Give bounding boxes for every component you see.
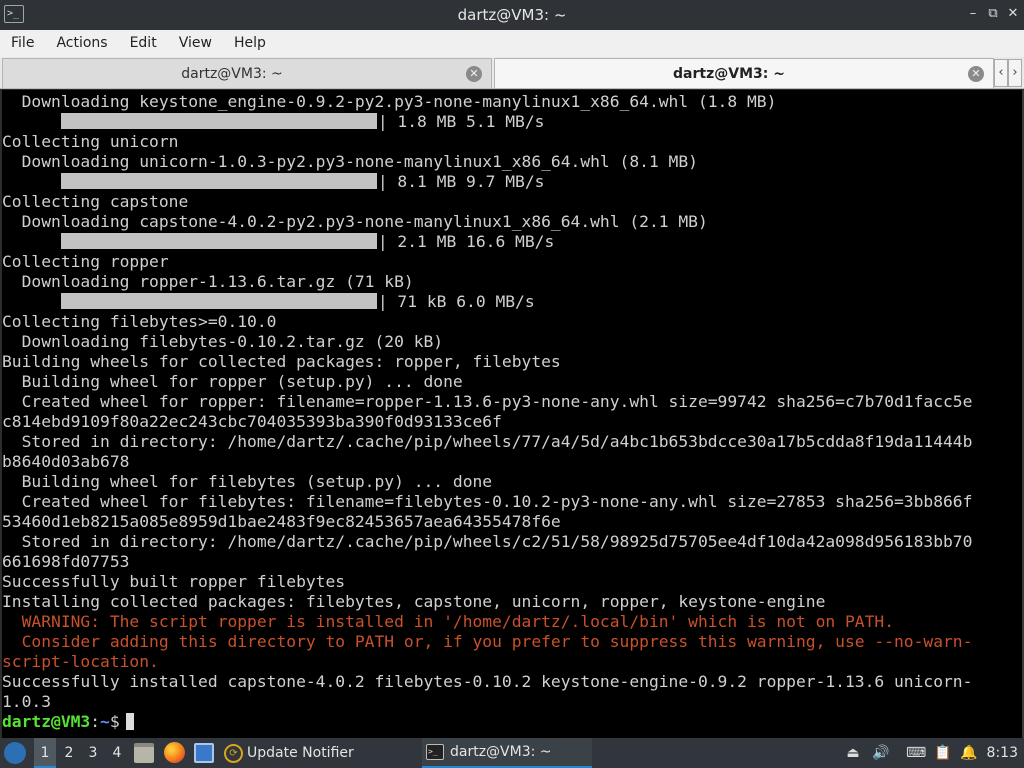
eject-icon[interactable]: ⏏: [844, 744, 862, 762]
app-label: Update Notifier: [247, 745, 354, 761]
clipboard-icon[interactable]: 📋: [934, 744, 952, 762]
terminal-line: Downloading unicorn-1.0.3-py2.py3-none-m…: [2, 152, 698, 171]
workspace-2[interactable]: 2: [58, 738, 80, 768]
tab-close-icon[interactable]: ✕: [968, 66, 984, 82]
app-label: dartz@VM3: ~: [450, 744, 552, 760]
taskbar: 1 2 3 4 ⟳ Update Notifier >_ dartz@VM3: …: [0, 738, 1024, 768]
menu-file[interactable]: File: [0, 30, 45, 57]
terminal-line: Downloading capstone-4.0.2-py2.py3-none-…: [2, 212, 708, 231]
notifications-icon[interactable]: 🔔: [960, 744, 978, 762]
prompt-path: ~: [100, 712, 110, 731]
close-window-button[interactable]: ✕: [1006, 5, 1020, 23]
terminal-lines: Downloading keystone_engine-0.9.2-py2.py…: [2, 92, 972, 732]
keyboard-icon[interactable]: ⌨: [906, 744, 926, 762]
start-menu-icon[interactable]: [4, 742, 26, 764]
menu-edit[interactable]: Edit: [119, 30, 168, 57]
maximize-button[interactable]: ⧉: [986, 5, 1000, 23]
terminal-warning-line: Consider adding this directory to PATH o…: [2, 632, 973, 651]
workspace-4[interactable]: 4: [106, 738, 128, 768]
menu-actions[interactable]: Actions: [45, 30, 118, 57]
terminal-line: Collecting ropper: [2, 252, 169, 271]
terminal-line: Successfully built ropper filebytes: [2, 572, 346, 591]
file-manager-icon[interactable]: [134, 743, 154, 763]
terminal-line: Created wheel for filebytes: filename=fi…: [2, 492, 973, 511]
terminal-line: | 1.8 MB 5.1 MB/s: [2, 112, 972, 132]
tab-terminal-1[interactable]: dartz@VM3: ~ ✕: [2, 58, 492, 88]
tab-terminal-2[interactable]: dartz@VM3: ~ ✕: [494, 58, 994, 88]
terminal-line: Downloading filebytes-0.10.2.tar.gz (20 …: [2, 332, 444, 351]
download-progress-bar: [60, 293, 377, 309]
terminal-line: Building wheels for collected packages: …: [2, 352, 561, 371]
terminal-line: Collecting filebytes>=0.10.0: [2, 312, 277, 331]
terminal-line: Collecting unicorn: [2, 132, 179, 151]
terminal-line: b8640d03ab678: [2, 452, 130, 471]
tab-label: dartz@VM3: ~: [181, 66, 283, 82]
terminal-line: 53460d1eb8215a085e8959d1bae2483f9ec82453…: [2, 512, 561, 531]
workspace-1[interactable]: 1: [34, 738, 56, 768]
window-titlebar: >_ dartz@VM3: ~ – ⧉ ✕: [0, 0, 1024, 30]
terminal-warning-line: script-location.: [2, 652, 159, 671]
menu-view[interactable]: View: [168, 30, 223, 57]
show-desktop-icon[interactable]: [194, 743, 214, 763]
terminal-line: | 71 kB 6.0 MB/s: [2, 292, 972, 312]
terminal-line: Successfully installed capstone-4.0.2 fi…: [2, 672, 973, 691]
shell-prompt[interactable]: dartz@VM3:~$: [2, 712, 972, 732]
menu-help[interactable]: Help: [223, 30, 277, 57]
window-title: dartz@VM3: ~: [457, 6, 567, 24]
terminal-line: 661698fd07753: [2, 552, 130, 571]
prompt-symbol: $: [109, 712, 120, 731]
terminal-line: Collecting capstone: [2, 192, 189, 211]
minimize-button[interactable]: –: [966, 5, 980, 23]
download-progress-bar: [60, 233, 377, 249]
prompt-separator: :: [90, 712, 101, 731]
taskbar-app-terminal[interactable]: >_ dartz@VM3: ~: [422, 738, 592, 768]
terminal-icon: >_: [426, 744, 444, 760]
prompt-user-host: dartz@VM3: [2, 712, 91, 731]
download-progress-bar: [60, 173, 377, 189]
menu-bar: File Actions Edit View Help: [0, 30, 1024, 57]
terminal-line: Stored in directory: /home/dartz/.cache/…: [2, 432, 973, 451]
terminal-line: 1.0.3: [2, 692, 52, 711]
terminal-line: Building wheel for ropper (setup.py) ...…: [2, 372, 463, 391]
tab-scroll-left-button[interactable]: ‹: [994, 59, 1008, 87]
text-cursor: [125, 713, 134, 730]
workspace-3[interactable]: 3: [82, 738, 104, 768]
tab-close-icon[interactable]: ✕: [466, 66, 482, 82]
tab-scroll-right-button[interactable]: ›: [1008, 59, 1022, 87]
terminal-line: Created wheel for ropper: filename=roppe…: [2, 392, 973, 411]
terminal-line: Installing collected packages: filebytes…: [2, 592, 826, 611]
tab-bar: dartz@VM3: ~ ✕ dartz@VM3: ~ ✕ ‹ ›: [0, 57, 1024, 89]
terminal-line: Downloading keystone_engine-0.9.2-py2.py…: [2, 92, 777, 111]
terminal-line: Building wheel for filebytes (setup.py) …: [2, 472, 493, 491]
terminal-output[interactable]: Downloading keystone_engine-0.9.2-py2.py…: [0, 90, 1024, 738]
download-progress-bar: [60, 113, 377, 129]
terminal-warning-line: WARNING: The script ropper is installed …: [2, 612, 894, 631]
taskbar-app-update-notifier[interactable]: ⟳ Update Notifier: [224, 738, 354, 768]
terminal-line: Downloading ropper-1.13.6.tar.gz (71 kB): [2, 272, 414, 291]
tab-label: dartz@VM3: ~: [673, 66, 785, 82]
terminal-line: Stored in directory: /home/dartz/.cache/…: [2, 532, 973, 551]
terminal-line: | 8.1 MB 9.7 MB/s: [2, 172, 972, 192]
update-notifier-icon: ⟳: [224, 743, 243, 763]
terminal-line: c814ebd9109f80a22ec243cbc704035393ba390f…: [2, 412, 502, 431]
clock[interactable]: 8:13: [987, 738, 1018, 768]
terminal-line: | 2.1 MB 16.6 MB/s: [2, 232, 972, 252]
volume-icon[interactable]: 🔊: [872, 744, 890, 762]
firefox-icon[interactable]: [164, 742, 185, 763]
